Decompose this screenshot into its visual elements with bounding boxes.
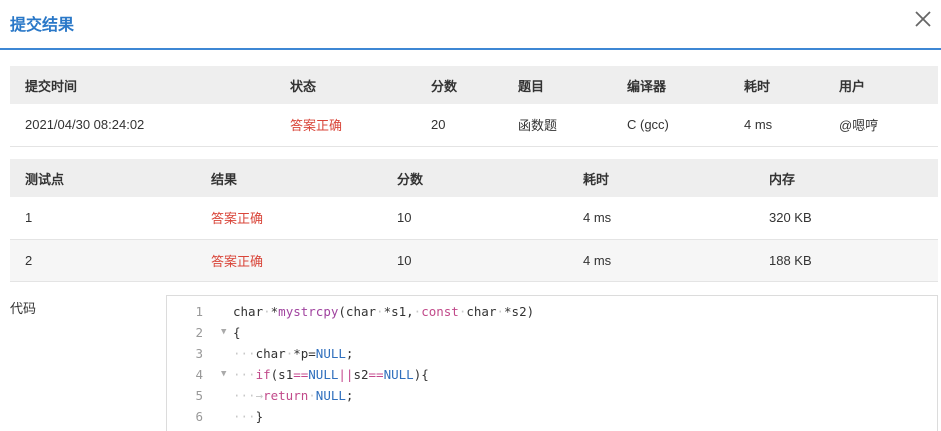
status-value: 答案正确: [275, 104, 416, 147]
line-number: 6: [195, 409, 203, 424]
col-problem: 题目: [503, 66, 612, 104]
col-duration: 耗时: [729, 66, 824, 104]
case-id: 2: [10, 239, 196, 282]
case-score: 10: [382, 239, 568, 282]
case-time: 4 ms: [568, 197, 754, 240]
submit-time: 2021/04/30 08:24:02: [10, 104, 275, 147]
col-memory: 内存: [754, 159, 938, 197]
col-score: 分数: [416, 66, 503, 104]
case-memory: 320 KB: [754, 197, 938, 240]
compiler-value: C (gcc): [612, 104, 729, 147]
code-text: ···}: [233, 409, 264, 424]
table-row: 1 答案正确 10 4 ms 320 KB: [10, 197, 938, 240]
line-number: 5: [195, 388, 203, 403]
dialog-title: 提交结果: [10, 17, 75, 34]
score-value: 20: [416, 104, 503, 147]
line-number: 4: [195, 367, 203, 382]
user-link[interactable]: @嗯哼: [824, 104, 938, 147]
code-line: 3 ···char·*p=NULL;: [167, 343, 937, 364]
code-text: char·*mystrcpy(char·*s1,·const·char·*s2): [233, 304, 535, 319]
col-submit-time: 提交时间: [10, 66, 275, 104]
table-row: 2 答案正确 10 4 ms 188 KB: [10, 239, 938, 282]
line-number: 2: [195, 325, 203, 340]
code-line: 2 ▼ {: [167, 322, 937, 343]
code-line: 4 ▼ ···if(s1==NULL||s2==NULL){: [167, 364, 937, 385]
line-number: 1: [195, 304, 203, 319]
col-user: 用户: [824, 66, 938, 104]
col-case-time: 耗时: [568, 159, 754, 197]
code-text: ···char·*p=NULL;: [233, 346, 354, 361]
case-memory: 188 KB: [754, 239, 938, 282]
case-score: 10: [382, 197, 568, 240]
close-icon[interactable]: [914, 10, 932, 28]
col-compiler: 编译器: [612, 66, 729, 104]
code-viewer[interactable]: 1 char·*mystrcpy(char·*s1,·const·char·*s…: [166, 295, 938, 431]
case-result: 答案正确: [196, 239, 382, 282]
fold-arrow-icon[interactable]: ▼: [221, 322, 226, 343]
fold-arrow-icon[interactable]: ▼: [221, 364, 226, 385]
col-case-score: 分数: [382, 159, 568, 197]
case-id: 1: [10, 197, 196, 240]
problem-value: 函数题: [503, 104, 612, 147]
code-label: 代码: [10, 301, 37, 316]
summary-row: 2021/04/30 08:24:02 答案正确 20 函数题 C (gcc) …: [10, 104, 938, 147]
dialog-header: 提交结果: [0, 0, 941, 50]
col-test-point: 测试点: [10, 159, 196, 197]
case-result: 答案正确: [196, 197, 382, 240]
duration-value: 4 ms: [729, 104, 824, 147]
code-line: 6 ···}: [167, 406, 937, 427]
code-line: 1 char·*mystrcpy(char·*s1,·const·char·*s…: [167, 301, 937, 322]
summary-table: 提交时间 状态 分数 题目 编译器 耗时 用户 2021/04/30 08:24…: [10, 66, 938, 147]
code-text: ···if(s1==NULL||s2==NULL){: [233, 367, 429, 382]
line-number: 3: [195, 346, 203, 361]
col-result: 结果: [196, 159, 382, 197]
cases-header-row: 测试点 结果 分数 耗时 内存: [10, 159, 938, 197]
code-text: {: [233, 325, 241, 340]
code-text: ···→return·NULL;: [233, 388, 354, 403]
summary-header-row: 提交时间 状态 分数 题目 编译器 耗时 用户: [10, 66, 938, 104]
case-time: 4 ms: [568, 239, 754, 282]
code-line: 5 ···→return·NULL;: [167, 385, 937, 406]
col-status: 状态: [275, 66, 416, 104]
test-cases-table: 测试点 结果 分数 耗时 内存 1 答案正确 10 4 ms 320 KB 2 …: [10, 159, 938, 282]
